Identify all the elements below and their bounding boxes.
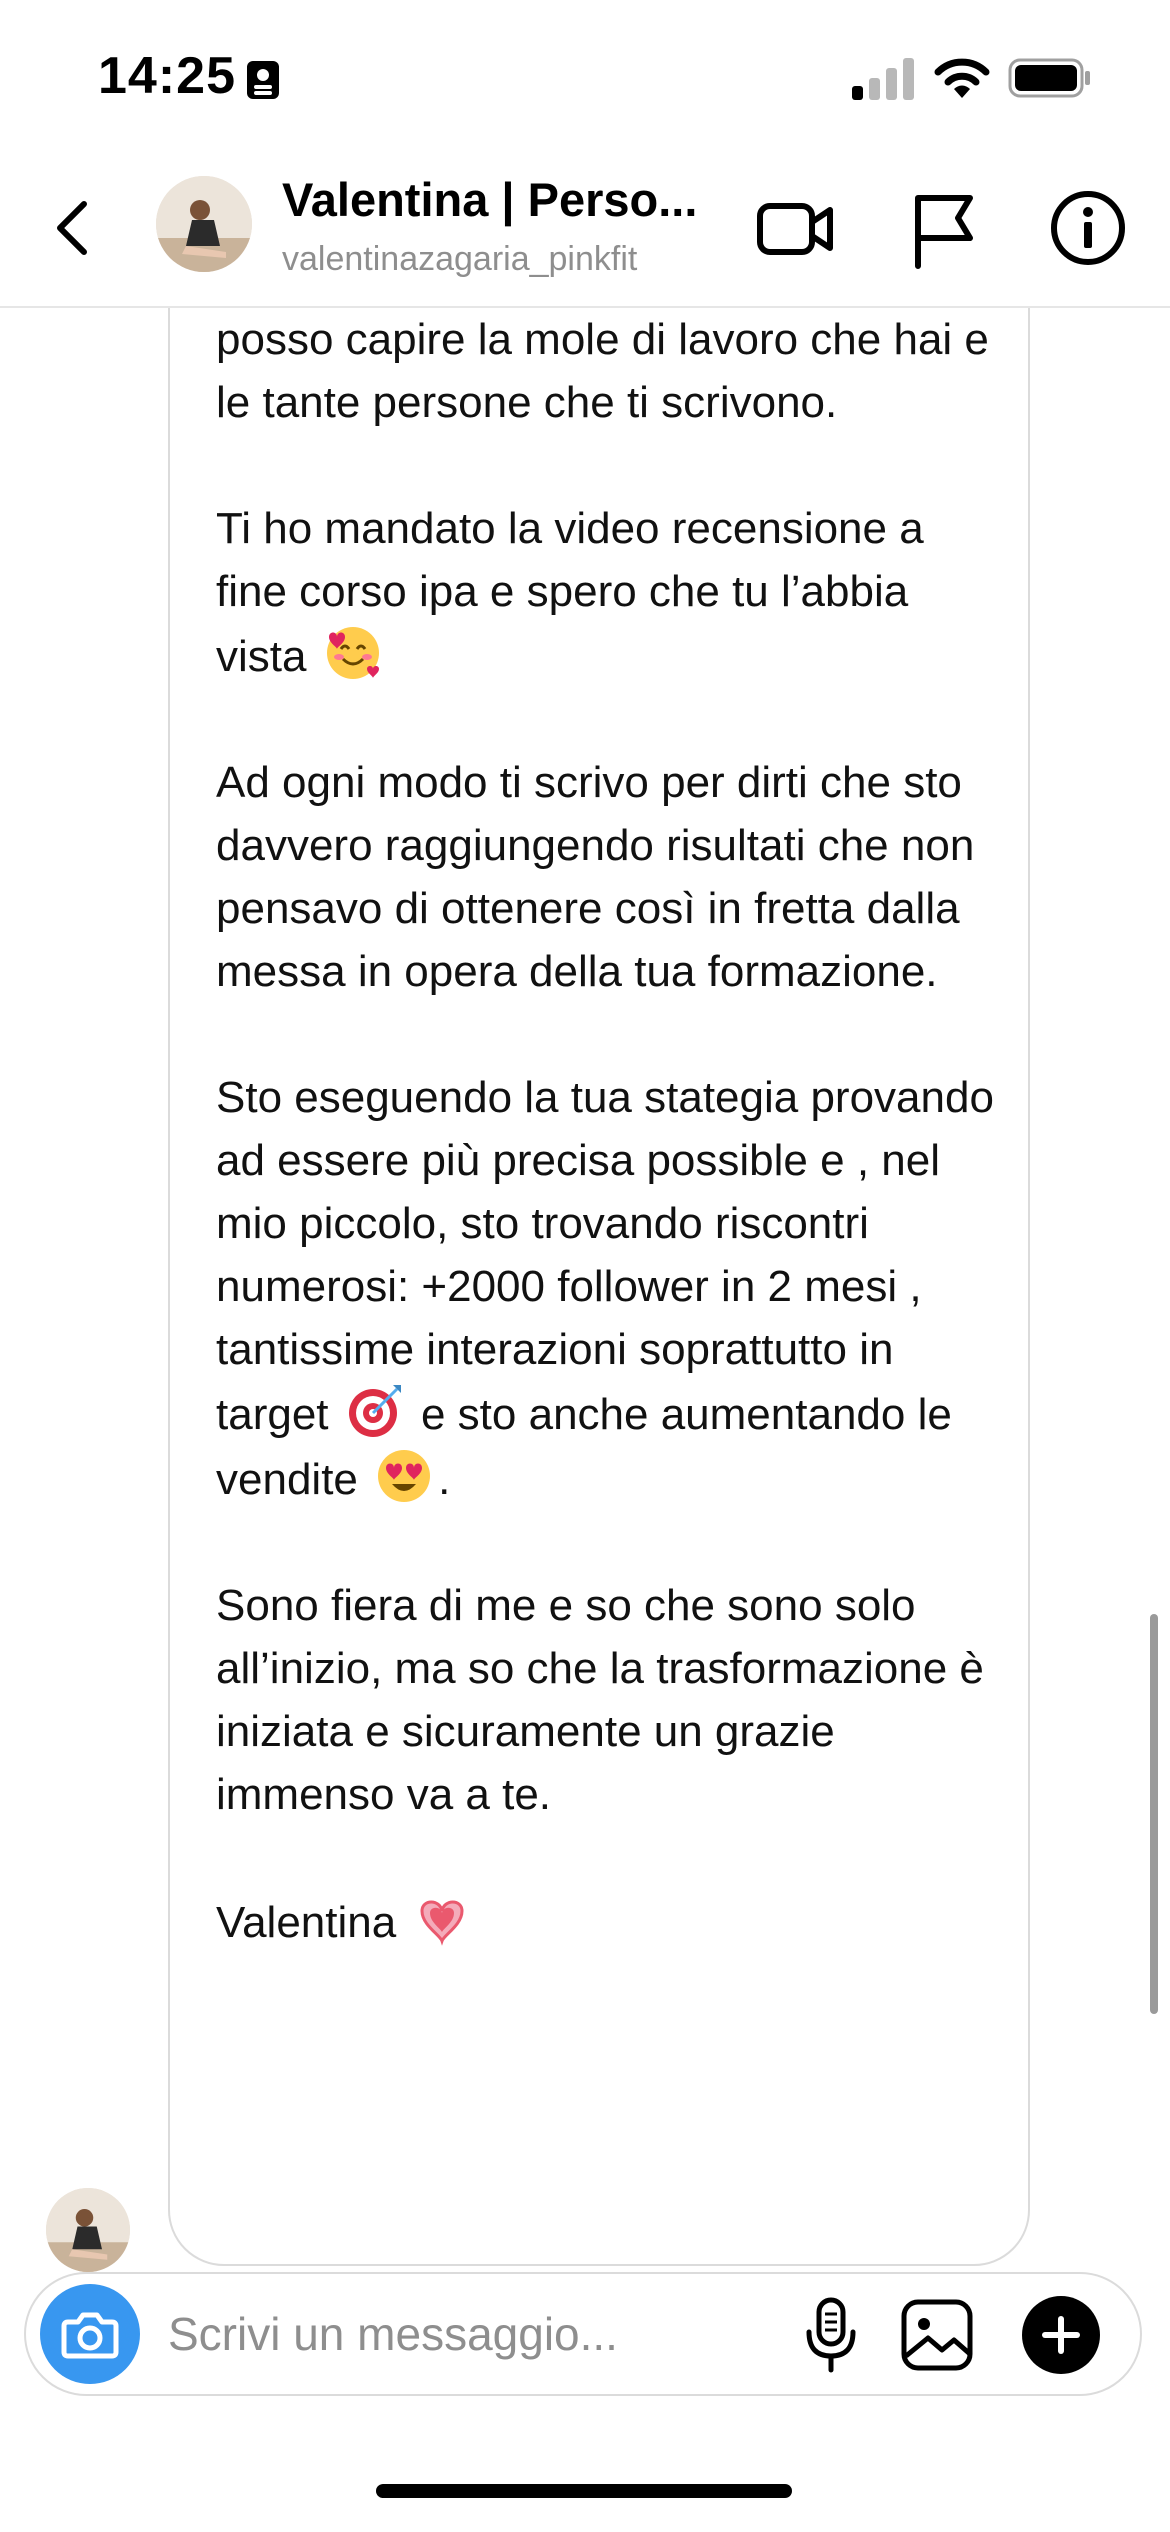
microphone-icon[interactable] [796,2296,866,2374]
contact-username[interactable]: valentinazagaria_pinkfit [282,240,637,279]
message-signature: Valentina [216,1889,996,1954]
battery-icon [1008,58,1090,98]
camera-button[interactable] [40,2284,140,2384]
direct-hit-icon [348,1385,401,1437]
contact-avatar[interactable] [156,176,252,272]
add-button[interactable] [1022,2296,1100,2374]
message-paragraph: Sono fiera di me e so che sono solo all’… [216,1581,984,1819]
growing-heart-icon [420,1900,464,1946]
message-composer [24,2272,1142,2396]
status-time: 14:25 [98,47,236,105]
contact-name[interactable]: Valentina | Perso... [282,172,697,227]
message-input[interactable] [168,2296,778,2372]
message-bubble[interactable]: posso capire la mole di lavoro che hai e… [168,306,1030,2266]
contact-card-icon [247,61,279,99]
smiling-face-with-hearts-icon [326,627,379,679]
flag-icon[interactable] [908,190,980,270]
cellular-signal-icon [852,58,914,100]
message-thread[interactable]: posso capire la mole di lavoro che hai e… [0,306,1170,2272]
scrollbar[interactable] [1150,1614,1158,2014]
message-text: posso capire la mole di lavoro che hai e… [216,308,996,2017]
wifi-icon [934,58,990,98]
sender-avatar[interactable] [46,2188,130,2272]
gallery-icon[interactable] [898,2296,976,2374]
heart-eyes-icon [378,1450,431,1502]
message-paragraph: Sto eseguendo la tua stategia provando a… [216,1073,994,1504]
chat-header: Valentina | Perso... valentinazagaria_pi… [0,150,1170,308]
plus-icon [1042,2316,1080,2354]
status-bar: 14:25 [0,0,1170,150]
message-paragraph: posso capire la mole di lavoro che hai e… [216,315,989,427]
camera-icon [61,2312,119,2359]
video-camera-icon[interactable] [756,196,836,262]
info-icon[interactable] [1048,188,1128,268]
message-paragraph: Ti ho mandato la video recensione a fine… [216,504,924,681]
home-indicator[interactable] [376,2484,792,2498]
message-paragraph: Ad ogni modo ti scrivo per dirti che sto… [216,758,975,996]
back-button[interactable] [40,188,110,268]
